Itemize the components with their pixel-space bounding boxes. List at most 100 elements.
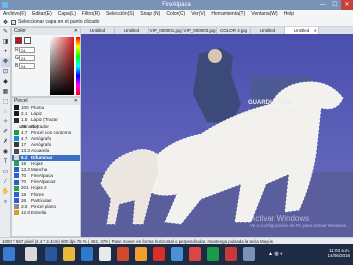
menu-filtro[interactable]: Filtro(R) — [79, 10, 103, 18]
document-tab[interactable]: Untitled — [251, 27, 285, 34]
close-button[interactable]: ✕ — [341, 0, 353, 10]
brush-list: 100 Pluma 2.1 Lápiz 1.5 Lápiz (Trazar difumin… — [12, 105, 80, 216]
toolbox: ✎ ◨ • ✥ ⊡ ◆ ▦ ⬚ ◌ ✧ ✐ ✗ ◉ T ▭ ⁄ ✋ ⌕ — [0, 27, 11, 237]
brush-label: Borrador — [31, 123, 49, 129]
brush-color-swatch — [14, 136, 19, 142]
document-tab-label: Untitled — [89, 28, 106, 33]
menu-editar[interactable]: Editar(E) — [29, 10, 55, 18]
tab-close-icon[interactable]: ✕ — [314, 27, 317, 34]
menu-snap[interactable]: Snap (N) — [137, 10, 163, 18]
menu-seleccion[interactable]: Selección(S) — [103, 10, 137, 18]
brush-label: Pincel plano — [31, 204, 57, 209]
brush-label: Difuminar — [31, 154, 53, 160]
blue-value-input[interactable]: 24 — [19, 63, 35, 69]
move-tool-icon[interactable]: ✥ — [1, 58, 10, 67]
app-icon[interactable] — [189, 247, 201, 261]
zoom-tool-icon[interactable]: ⌕ — [1, 198, 10, 207]
brush-panel-close-icon[interactable]: ✕ — [74, 98, 78, 105]
transform-tool-icon[interactable]: ⊡ — [1, 68, 10, 77]
gradient-tool-icon[interactable]: ▦ — [1, 88, 10, 97]
menu-herramienta[interactable]: Herramienta(T) — [208, 10, 248, 18]
menu-color[interactable]: Color(C) — [163, 10, 188, 18]
eyedropper-tool-icon[interactable]: ⁄ — [1, 178, 10, 187]
document-tab-label: VIP_000003.jpg — [183, 28, 216, 33]
selection-pen-icon[interactable]: ✐ — [1, 128, 10, 137]
officer-head — [208, 49, 222, 63]
red-value-input[interactable]: 24 — [19, 47, 35, 53]
document-tab[interactable]: VIP_000001.jpg — [149, 27, 183, 34]
maximize-button[interactable]: ☐ — [329, 0, 341, 10]
edge-icon[interactable] — [81, 247, 93, 261]
firealpaca-taskbar-icon[interactable] — [243, 247, 255, 261]
start-icon[interactable] — [3, 247, 15, 261]
brush-label: Estrella — [31, 210, 47, 216]
file-explorer-icon[interactable] — [63, 247, 75, 261]
store-icon[interactable] — [99, 247, 111, 261]
window-title: FireAlpaca — [162, 2, 191, 8]
dot-tool-icon[interactable]: • — [1, 48, 10, 57]
brush-color-swatch — [14, 191, 19, 197]
secondary-color-swatch[interactable] — [24, 37, 31, 44]
brush-color-swatch — [14, 160, 19, 166]
selection-eraser-icon[interactable]: ✗ — [1, 138, 10, 147]
menu-ver[interactable]: Ver(V) — [188, 10, 208, 18]
color-panel: Color ✕ R 24 G 24 B 24 — [11, 27, 81, 97]
saturation-value-picker[interactable] — [50, 37, 74, 95]
eraser-tool-icon[interactable]: ◨ — [1, 38, 10, 47]
clock-date[interactable]: 14/06/2016 — [318, 253, 350, 258]
brush-color-swatch — [14, 130, 19, 136]
tool-options-bar: ✥ ✓ Seleccionar capa en el punto clicado — [0, 18, 353, 27]
brush-label: Lápiz — [31, 111, 42, 117]
bucket-tool-icon[interactable]: ◉ — [1, 148, 10, 157]
menu-help[interactable]: Help — [281, 10, 297, 18]
brush-tool-icon[interactable]: ✎ — [1, 28, 10, 37]
move-tool-icon: ✥ — [2, 19, 9, 26]
drawing-canvas[interactable]: GUARDIA CIVIL MINISTERIO DEL INTERIOR — [81, 34, 353, 237]
brush-item[interactable]: 12.8Estrella — [12, 210, 80, 216]
hand-tool-icon[interactable]: ✋ — [1, 188, 10, 197]
menu-ventana[interactable]: Ventana(W) — [248, 10, 280, 18]
document-tab[interactable]: VIP_000003.jpg — [183, 27, 217, 34]
menu-capa[interactable]: Capa(L) — [55, 10, 79, 18]
brush-color-swatch — [14, 117, 19, 123]
brush-color-swatch — [14, 204, 19, 210]
select-layer-label: Seleccionar capa en el punto clicado — [18, 19, 100, 25]
app-icon[interactable] — [225, 247, 237, 261]
document-tab[interactable]: Untitled ✕ — [285, 27, 319, 34]
word-icon[interactable] — [45, 247, 57, 261]
document-tab[interactable]: Untitled — [81, 27, 115, 34]
select-tool-icon[interactable]: ⬚ — [1, 98, 10, 107]
color-panel-close-icon[interactable]: ✕ — [74, 28, 78, 35]
green-value-input[interactable]: 24 — [19, 55, 35, 61]
brush-color-swatch — [14, 111, 19, 117]
document-tab[interactable]: Untitled — [115, 27, 149, 34]
app-icon[interactable] — [207, 247, 219, 261]
brush-label: Mancha — [31, 166, 48, 172]
lasso-tool-icon[interactable]: ◌ — [1, 108, 10, 117]
document-tab[interactable]: COLOR 4.jpg — [217, 27, 251, 34]
search-icon[interactable] — [25, 247, 37, 261]
magic-wand-tool-icon[interactable]: ✧ — [1, 118, 10, 127]
primary-color-swatch[interactable] — [15, 37, 22, 44]
frame-tool-icon[interactable]: ▭ — [1, 168, 10, 177]
brush-label: Aerógrafo — [31, 142, 52, 148]
chrome-icon[interactable] — [153, 247, 165, 261]
media-icon[interactable] — [117, 247, 129, 261]
hue-slider[interactable] — [76, 37, 80, 95]
brush-label: Partículas — [31, 197, 52, 203]
brush-label: FireAlpaca — [31, 173, 53, 179]
menu-archivo[interactable]: Archivo(F) — [0, 10, 29, 18]
brush-color-swatch — [14, 173, 19, 179]
document-tab-label: VIP_000001.jpg — [149, 28, 182, 33]
select-layer-checkbox[interactable]: ✓ — [11, 19, 16, 25]
color-panel-title: Color — [14, 28, 26, 34]
firefox-icon[interactable] — [135, 247, 147, 261]
document-tab-bar: Untitled Untitled VIP_000001.jpg VIP_000003… — [81, 27, 353, 34]
brush-panel: Pincel ✕ 100 Pluma 2.1 Lápiz 1.5 Lápiz (Traza… — [11, 97, 81, 237]
minimize-button[interactable]: — — [317, 0, 329, 10]
color-panel-header: Color ✕ — [12, 28, 80, 35]
fill-tool-icon[interactable]: ◆ — [1, 78, 10, 87]
text-tool-icon[interactable]: T — [1, 158, 10, 167]
app-icon[interactable] — [171, 247, 183, 261]
tray-icons[interactable]: ▲ ◍ ◐ — [268, 251, 283, 257]
